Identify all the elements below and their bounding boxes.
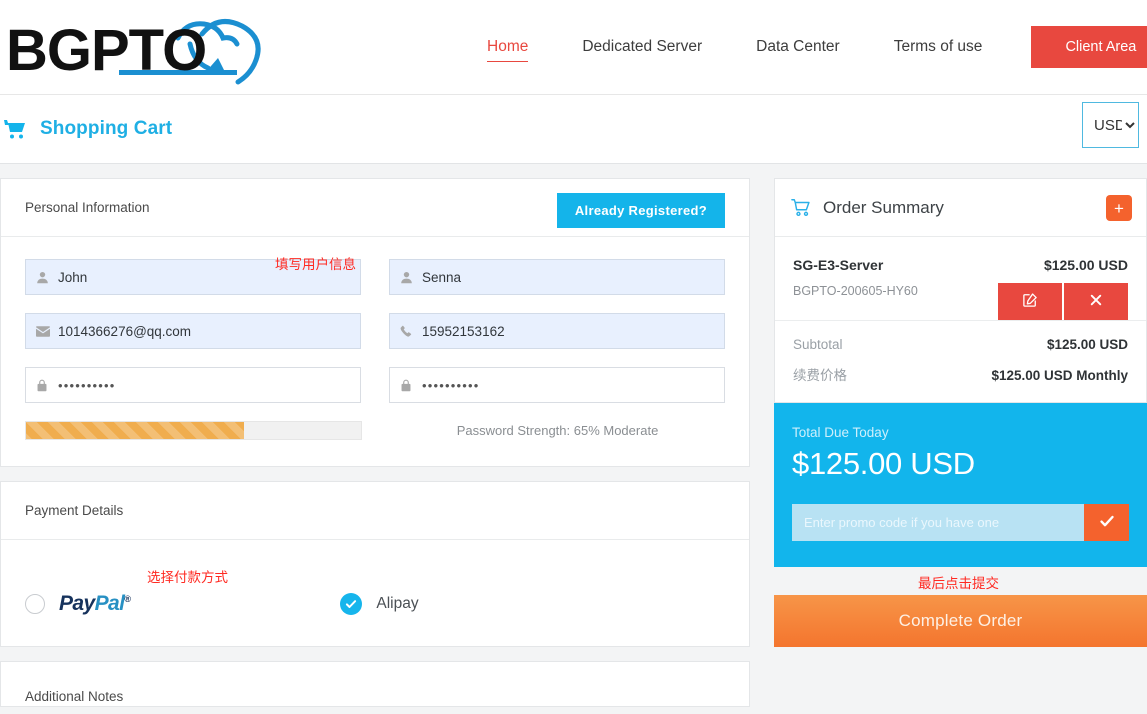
password-strength-fill (26, 422, 244, 439)
subtotal-label: Subtotal (793, 337, 843, 352)
page-body: Personal Information Already Registered?… (0, 164, 1147, 714)
site-logo[interactable]: BGPTO (6, 8, 286, 86)
total-due-block: Total Due Today $125.00 USD (774, 403, 1147, 567)
payment-options: PayPal® Alipay (25, 592, 725, 616)
password-strength-label: Password Strength: 65% Moderate (456, 423, 659, 438)
nav-item-terms-of-use[interactable]: Terms of use (867, 39, 1010, 55)
last-name-value: Senna (422, 269, 462, 285)
alipay-label: Alipay (376, 595, 419, 612)
renewal-price-label: 续费价格 (793, 368, 847, 383)
add-item-button[interactable]: + (1106, 195, 1132, 221)
complete-order-button[interactable]: Complete Order (774, 595, 1147, 647)
total-due-label: Total Due Today (792, 425, 889, 440)
check-circle-icon[interactable] (340, 593, 363, 615)
first-name-field[interactable]: John (25, 259, 361, 295)
shopping-cart-icon (4, 119, 26, 139)
user-icon (36, 271, 58, 284)
total-due-amount: $125.00 USD (792, 446, 975, 481)
password-value: •••••••••• (58, 377, 116, 393)
order-summary-title: Order Summary (823, 197, 944, 217)
check-icon (1099, 513, 1115, 532)
phone-field[interactable]: 15952153162 (389, 313, 725, 349)
order-item-name: SG-E3-Server (793, 257, 884, 273)
order-item-price: $125.00 USD (1043, 257, 1128, 273)
nav-item-dedicated-server[interactable]: Dedicated Server (555, 39, 729, 55)
payment-details-header: Payment Details (1, 482, 749, 540)
password-strength-bar (25, 421, 362, 440)
lock-icon (36, 379, 58, 392)
already-registered-button[interactable]: Already Registered? (556, 193, 725, 228)
times-icon (1090, 294, 1102, 309)
confirm-password-field[interactable]: •••••••••• (389, 367, 725, 403)
apply-promo-button[interactable] (1084, 504, 1129, 541)
annotation-click-submit: 最后点击提交 (918, 576, 999, 592)
order-item-row: SG-E3-Server $125.00 USD BGPTO-200605-HY… (775, 237, 1146, 321)
renewal-price-value: $125.00 USD Monthly (991, 368, 1128, 383)
contact-row: 1014366276@qq.com 15952153162 (25, 313, 725, 349)
edit-square-icon (1023, 293, 1037, 310)
email-value: 1014366276@qq.com (58, 323, 192, 339)
paypal-radio[interactable] (25, 594, 45, 614)
remove-item-button[interactable] (1064, 283, 1128, 320)
promo-code-input[interactable] (792, 504, 1084, 541)
phone-value: 15952153162 (422, 323, 505, 339)
payment-details-title: Payment Details (25, 503, 124, 518)
right-column: Order Summary + SG-E3-Server $125.00 USD… (750, 164, 1147, 714)
complete-order-annotation-wrap: 最后点击提交 (774, 567, 1147, 595)
promo-code-row (792, 504, 1129, 541)
order-totals: Subtotal $125.00 USD 续费价格 $125.00 USD Mo… (775, 321, 1146, 402)
first-name-value: John (58, 269, 88, 285)
currency-select[interactable]: USD (1082, 102, 1139, 148)
renewal-price-row: 续费价格 $125.00 USD Monthly (793, 364, 1128, 384)
payment-option-paypal[interactable]: PayPal® (25, 592, 131, 616)
envelope-icon (36, 325, 58, 337)
svg-text:BGPTO: BGPTO (6, 18, 206, 83)
order-item-actions (998, 283, 1128, 320)
order-summary-card: Order Summary + SG-E3-Server $125.00 USD… (774, 178, 1147, 403)
shopping-cart-bar: Shopping Cart USD (0, 94, 1147, 164)
email-field[interactable]: 1014366276@qq.com (25, 313, 361, 349)
password-field[interactable]: •••••••••• (25, 367, 361, 403)
client-area-button[interactable]: Client Area (1031, 26, 1147, 68)
left-column: Personal Information Already Registered?… (0, 164, 750, 714)
subtotal-row: Subtotal $125.00 USD (793, 337, 1128, 352)
payment-details-card: Payment Details 选择付款方式 PayPal® Alipay (0, 481, 750, 647)
password-row: •••••••••• •••••••••• (25, 367, 725, 403)
main-navigation: Home Dedicated Server Data Center Terms … (460, 0, 1147, 94)
nav-item-home[interactable]: Home (460, 39, 555, 62)
subtotal-value: $125.00 USD (1046, 337, 1128, 352)
order-item-top: SG-E3-Server $125.00 USD (793, 257, 1128, 273)
personal-information-card: Personal Information Already Registered?… (0, 178, 750, 467)
last-name-field[interactable]: Senna (389, 259, 725, 295)
order-summary-header: Order Summary + (775, 179, 1146, 237)
user-icon (400, 271, 422, 284)
personal-information-header: Personal Information Already Registered? (1, 179, 749, 237)
plus-icon: + (1114, 198, 1124, 218)
additional-notes-title: Additional Notes (25, 689, 124, 704)
nav-item-data-center[interactable]: Data Center (729, 39, 867, 55)
personal-information-title: Personal Information (25, 200, 150, 215)
paypal-logo: PayPal® (59, 592, 131, 615)
lock-icon (400, 379, 422, 392)
confirm-password-value: •••••••••• (422, 377, 480, 393)
shopping-cart-title: Shopping Cart (40, 118, 173, 139)
edit-item-button[interactable] (998, 283, 1062, 320)
site-header: BGPTO Home Dedicated Server Data Center … (0, 0, 1147, 94)
phone-icon (400, 325, 422, 338)
name-row: 填写用户信息 John Senna (25, 257, 725, 295)
shopping-cart-outline-icon (791, 198, 811, 217)
payment-option-alipay[interactable]: Alipay (340, 593, 419, 615)
annotation-select-payment: 选择付款方式 (147, 570, 228, 586)
password-strength-row: Password Strength: 65% Moderate (25, 421, 725, 440)
additional-notes-header: Additional Notes (1, 662, 749, 706)
payment-details-body: 选择付款方式 PayPal® Alipay (1, 540, 749, 646)
additional-notes-card: Additional Notes (0, 661, 750, 707)
personal-information-body: 填写用户信息 John Senna 1014366276@qq.com 1595… (1, 237, 749, 466)
